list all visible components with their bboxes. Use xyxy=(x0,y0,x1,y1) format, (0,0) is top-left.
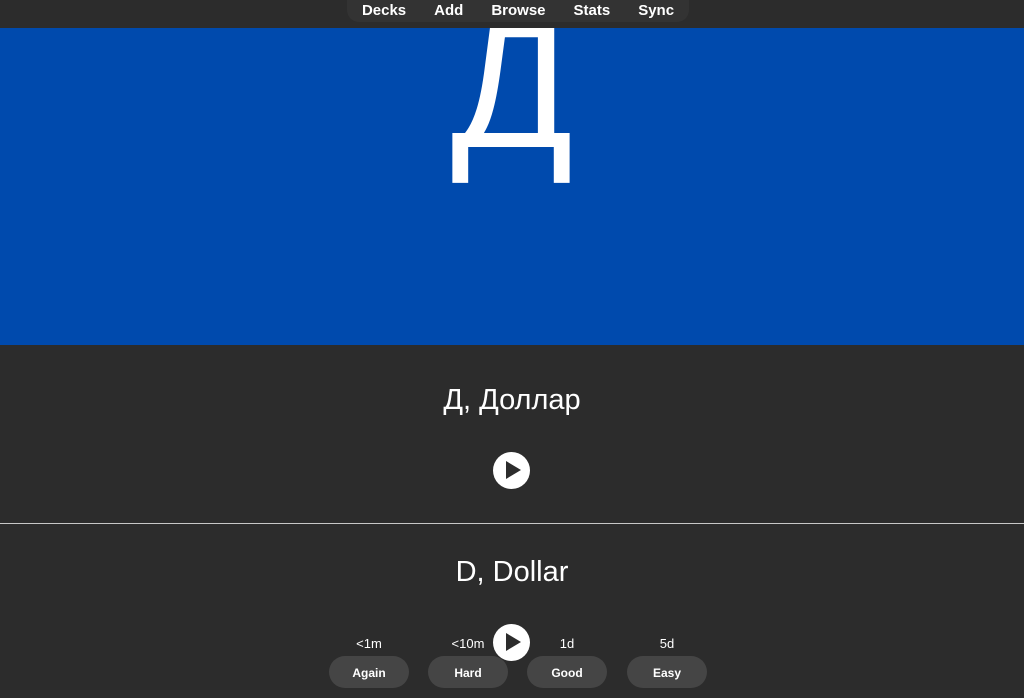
again-button[interactable]: Again xyxy=(329,656,409,688)
menu-stats[interactable]: Stats xyxy=(574,2,611,20)
menu-add[interactable]: Add xyxy=(434,2,463,20)
interval-hard: <10m xyxy=(451,636,485,651)
main-menu: Decks Add Browse Stats Sync xyxy=(347,0,689,22)
card-back-text: D, Dollar xyxy=(455,556,569,588)
play-audio-front-button[interactable] xyxy=(493,452,530,489)
top-bar: Decks Add Browse Stats Sync xyxy=(0,0,1024,28)
interval-good: 1d xyxy=(559,636,575,651)
good-button[interactable]: Good xyxy=(527,656,607,688)
answer-good: 1d Good xyxy=(527,636,607,688)
easy-button[interactable]: Easy xyxy=(627,656,707,688)
answer-bar: <1m Again <10m Hard 1d Good 5d Easy xyxy=(0,636,1024,698)
card-image: Д xyxy=(0,28,1024,345)
answer-divider xyxy=(0,523,1024,524)
card-front-text: Д, Доллар xyxy=(443,384,581,416)
answer-hard: <10m Hard xyxy=(428,636,508,688)
play-icon xyxy=(506,461,521,479)
interval-again: <1m xyxy=(356,636,382,651)
menu-sync[interactable]: Sync xyxy=(638,2,674,20)
answer-easy: 5d Easy xyxy=(627,636,707,688)
answer-again: <1m Again xyxy=(329,636,409,688)
menu-browse[interactable]: Browse xyxy=(491,2,545,20)
menu-decks[interactable]: Decks xyxy=(362,2,406,20)
hard-button[interactable]: Hard xyxy=(428,656,508,688)
interval-easy: 5d xyxy=(659,636,675,651)
review-screen: Decks Add Browse Stats Sync Д Д, Доллар … xyxy=(0,0,1024,698)
card-image-letter: Д xyxy=(451,28,573,186)
